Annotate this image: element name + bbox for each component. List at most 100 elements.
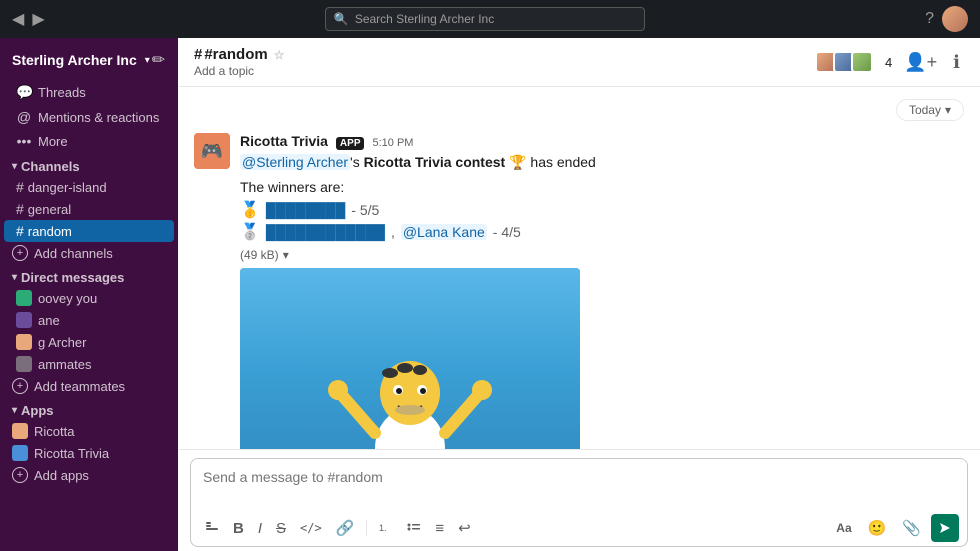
file-size-note[interactable]: (49 kB) ▾: [240, 248, 964, 262]
dm-section-header[interactable]: ▾ Direct messages: [0, 264, 178, 287]
dm-arrow-icon: ▾: [12, 272, 17, 283]
emoji-button[interactable]: 🙂: [862, 515, 893, 541]
workspace-header[interactable]: Sterling Archer Inc ▾ ✏: [0, 38, 178, 80]
today-badge[interactable]: Today ▾: [896, 99, 964, 121]
sidebar-item-mentions[interactable]: @ Mentions & reactions: [4, 105, 174, 129]
add-channel-button[interactable]: + Add channels: [0, 242, 178, 264]
channels-section-label: Channels: [21, 159, 80, 174]
channel-hash-prefix: #: [194, 46, 202, 63]
nav-controls: ◀ ▶: [12, 9, 45, 29]
code-button[interactable]: </>: [294, 517, 328, 539]
message-input[interactable]: [191, 459, 967, 505]
more-icon: •••: [16, 133, 32, 149]
channel-name: danger-island: [28, 180, 107, 195]
channel-name: random: [28, 224, 72, 239]
winner-1-name: ████████: [266, 202, 345, 218]
history-forward-icon[interactable]: ▶: [32, 9, 44, 29]
channel-item-danger-island[interactable]: # danger-island: [4, 176, 174, 198]
compose-button[interactable]: ✏: [150, 48, 167, 72]
channel-header: # #random ☆ Add a topic 4 👤+ ℹ: [178, 38, 980, 87]
member-count[interactable]: 4: [885, 55, 892, 70]
message-header: Ricotta Trivia APP 5:10 PM: [240, 133, 964, 150]
add-circle-icon: +: [12, 245, 28, 261]
italic-label: I: [258, 520, 262, 537]
app-name-ricotta-trivia: Ricotta Trivia: [34, 446, 109, 461]
member-avatars[interactable]: [815, 51, 873, 73]
search-bar[interactable]: 🔍 Search Sterling Archer Inc: [325, 7, 645, 31]
unordered-list-button[interactable]: [401, 517, 427, 539]
winners-heading: The winners are:: [240, 177, 964, 198]
indent-button[interactable]: ≡: [429, 516, 450, 541]
help-icon[interactable]: ?: [925, 10, 934, 28]
channels-section-header[interactable]: ▾ Channels: [0, 153, 178, 176]
link-button[interactable]: 🔗: [330, 515, 361, 541]
add-teammates-button[interactable]: + Add teammates: [0, 375, 178, 397]
app-item-ricotta-trivia[interactable]: Ricotta Trivia: [0, 442, 178, 464]
gold-medal-icon: 🥇: [240, 200, 260, 220]
channels-arrow-icon: ▾: [12, 161, 17, 172]
dm-item-1[interactable]: oovey you: [4, 287, 174, 309]
ricotta-trivia-app-icon: [12, 445, 28, 461]
star-icon[interactable]: ☆: [274, 48, 285, 62]
add-member-button[interactable]: 👤+: [900, 48, 941, 77]
add-apps-label: Add apps: [34, 468, 89, 483]
apps-section-header[interactable]: ▾ Apps: [0, 397, 178, 420]
file-collapse-icon: ▾: [283, 248, 289, 262]
strikethrough-button[interactable]: S: [270, 516, 292, 541]
search-placeholder: Search Sterling Archer Inc: [355, 12, 494, 26]
date-divider: Today ▾: [194, 99, 964, 121]
dm-avatar-3: [16, 334, 32, 350]
channel-item-general[interactable]: # general: [4, 198, 174, 220]
mentions-icon: @: [16, 109, 32, 125]
message-body: Ricotta Trivia APP 5:10 PM @Sterling Arc…: [240, 133, 964, 449]
channel-info-button[interactable]: ℹ: [949, 48, 964, 77]
format-icon-btn[interactable]: [199, 517, 225, 539]
input-area: B I S </> 🔗 1. ≡ ↩: [178, 449, 980, 551]
member-avatar-3: [851, 51, 873, 73]
app-item-ricotta[interactable]: Ricotta: [0, 420, 178, 442]
search-container: 🔍 Search Sterling Archer Inc: [45, 7, 925, 31]
search-icon: 🔍: [334, 12, 349, 26]
attach-button[interactable]: 📎: [896, 515, 927, 541]
send-button[interactable]: [931, 514, 959, 542]
mention-lana[interactable]: @Lana Kane: [401, 224, 487, 240]
bold-button[interactable]: B: [227, 516, 250, 541]
winner-item-1: 🥇 ████████ - 5/5: [240, 200, 964, 220]
undo-button[interactable]: ↩: [452, 515, 477, 541]
dm-item-3[interactable]: g Archer: [4, 331, 174, 353]
channel-title-group: # #random ☆ Add a topic: [194, 46, 284, 78]
dm-avatar-1: [16, 290, 32, 306]
file-size-text: (49 kB): [240, 248, 279, 262]
sidebar-item-more[interactable]: ••• More: [4, 129, 174, 153]
dm-item-4[interactable]: ammates: [4, 353, 174, 375]
message-avatar: 🎮: [194, 133, 230, 169]
message-image[interactable]: WOOHOO!: [240, 268, 580, 449]
channel-title-name: #random: [204, 46, 267, 63]
add-teammates-icon: +: [12, 378, 28, 394]
winner-2-separator: ,: [391, 224, 395, 240]
messages-area: Today ▾ 🎮 Ricotta Trivia APP 5:10 PM: [178, 87, 980, 449]
sidebar-item-threads-label: Threads: [38, 85, 86, 100]
dm-avatar-4: [16, 356, 32, 372]
strikethrough-label: S: [276, 520, 286, 537]
dm-section-label: Direct messages: [21, 270, 124, 285]
winner-2-score: - 4/5: [493, 224, 521, 240]
ordered-list-button[interactable]: 1.: [373, 517, 399, 539]
app-badge: APP: [336, 137, 365, 150]
bold-label: B: [233, 520, 244, 537]
sidebar-item-threads[interactable]: 💬 Threads: [4, 80, 174, 105]
italic-button[interactable]: I: [252, 516, 268, 541]
dm-item-2[interactable]: ane: [4, 309, 174, 331]
trophy-icon: 🏆: [509, 154, 526, 170]
text-format-button[interactable]: Aa: [830, 517, 857, 539]
channel-item-random[interactable]: # random: [4, 220, 174, 242]
history-back-icon[interactable]: ◀: [12, 9, 24, 29]
apps-arrow-icon: ▾: [12, 405, 17, 416]
mention-sterling[interactable]: @Sterling Archer: [240, 154, 350, 170]
toolbar-separator-1: [366, 520, 367, 536]
toolbar-actions: Aa 🙂 📎: [830, 514, 959, 542]
winner-item-2: 🥈 ████████████ , @Lana Kane - 4/5: [240, 222, 964, 242]
user-avatar[interactable]: [942, 6, 968, 32]
apps-section-label: Apps: [21, 403, 54, 418]
add-apps-button[interactable]: + Add apps: [0, 464, 178, 486]
